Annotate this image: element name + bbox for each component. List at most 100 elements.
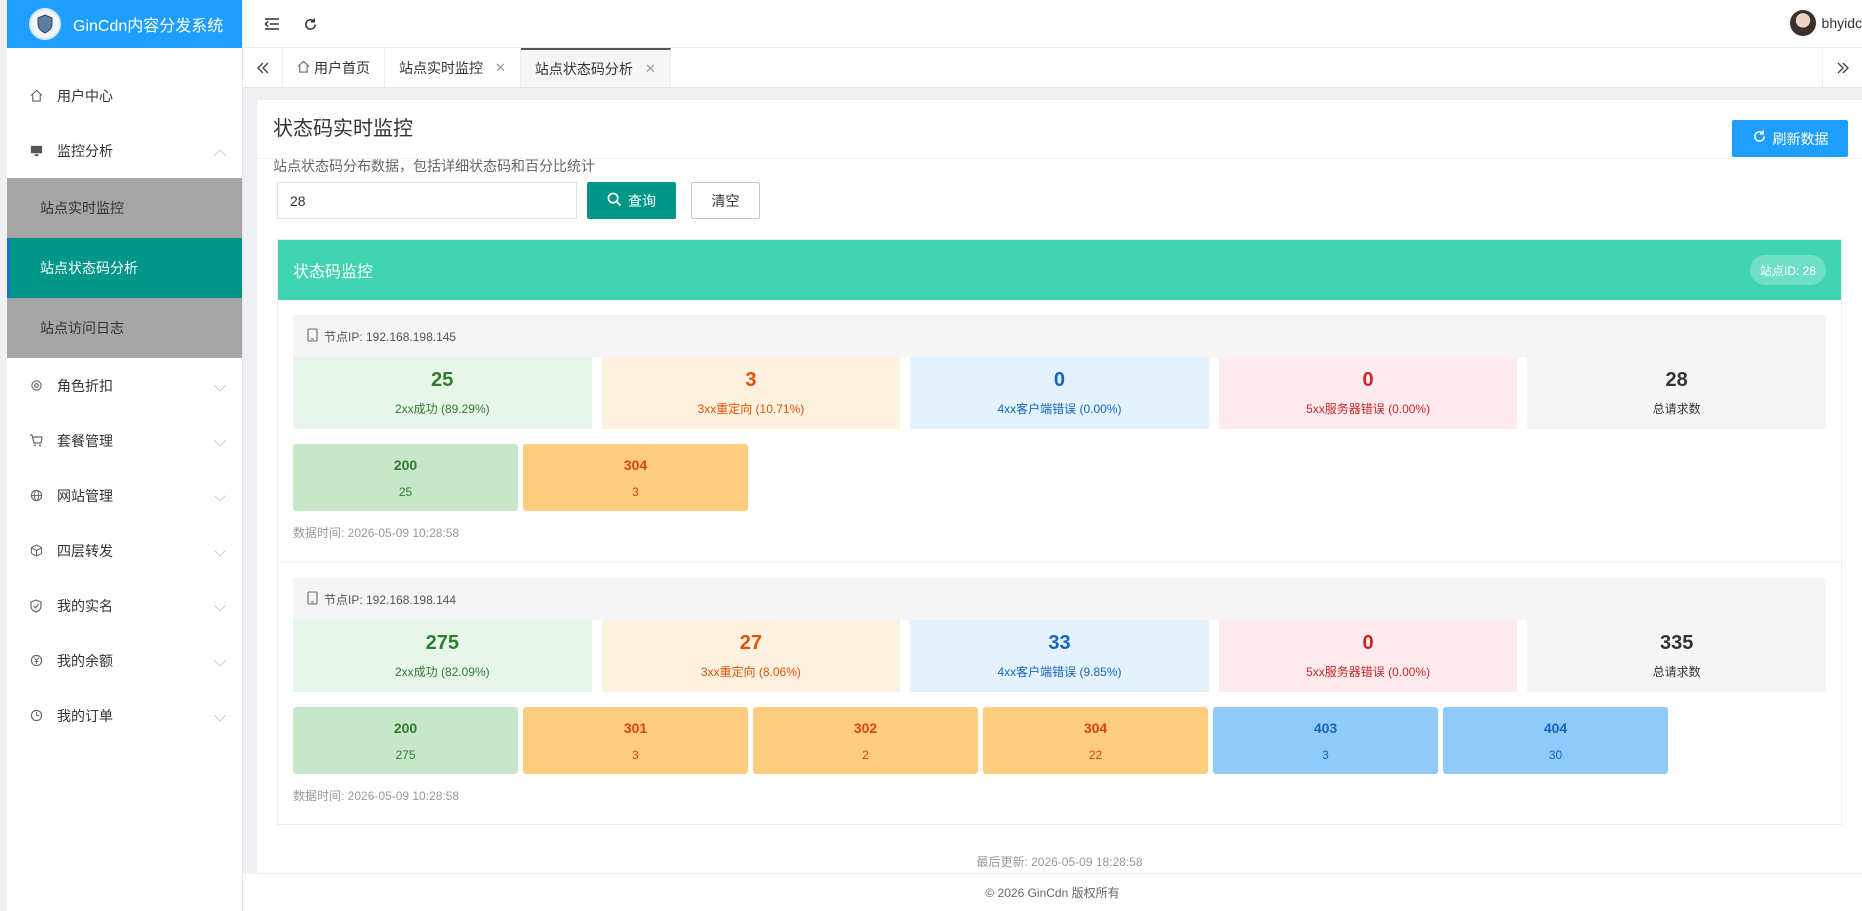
sidebar-item-label: 四层转发 [57, 542, 113, 559]
sidebar-item-user-center[interactable]: 用户中心 [7, 68, 242, 123]
code-list: 200 275 301 3 302 2 304 22 403 3 404 30 [293, 707, 1826, 774]
globe-icon [29, 489, 43, 503]
clear-button[interactable]: 清空 [691, 182, 760, 219]
user-menu[interactable]: bhyidc [1789, 10, 1862, 36]
home-icon [297, 60, 310, 76]
monitor-submenu: 站点实时监控 站点状态码分析 站点访问日志 [7, 178, 242, 358]
home-icon [29, 89, 43, 103]
sidebar-item-label: 用户中心 [57, 87, 113, 104]
sidebar-item-label: 监控分析 [57, 142, 113, 159]
shield-logo-icon [29, 8, 61, 40]
data-time: 数据时间: 2026-05-09 10:28:58 [293, 789, 460, 803]
code-count: 2 [862, 747, 869, 762]
stat-value: 3 [745, 369, 757, 391]
sidebar-item-label: 网站管理 [57, 487, 113, 504]
sidebar-item-label: 我的订单 [57, 707, 113, 724]
stats-row: 25 2xx成功 (89.29%) 3 3xx重定向 (10.71%) 0 4x… [293, 357, 1826, 429]
refresh-icon [1752, 129, 1767, 149]
stat-label: 5xx服务器错误 (0.00%) [1306, 402, 1431, 416]
code-value: 304 [1083, 719, 1108, 736]
stat-value: 25 [431, 369, 454, 391]
stat-value: 0 [1362, 369, 1374, 391]
code-value: 302 [853, 719, 878, 736]
sidebar-subitem-label: 站点访问日志 [40, 320, 124, 336]
brand-title: GinCdn内容分发系统 [73, 18, 224, 35]
tabs-scroll-left-icon[interactable] [243, 48, 283, 87]
stat-4xx: 0 4xx客户端错误 (0.00%) [910, 357, 1209, 429]
stat-label: 2xx成功 (89.29%) [394, 402, 490, 416]
main-content: 状态码实时监控 站点状态码分布数据，包括详细状态码和百分比统计 刷新数据 查询 … [257, 100, 1862, 875]
sidebar-item-label: 套餐管理 [57, 432, 113, 449]
stat-value: 335 [1659, 632, 1694, 654]
sidebar-item-package[interactable]: 套餐管理 [7, 413, 242, 468]
stat-5xx: 0 5xx服务器错误 (0.00%) [1218, 620, 1518, 692]
stat-value: 0 [1053, 369, 1066, 391]
stat-value: 28 [1665, 369, 1688, 391]
chevron-down-icon [214, 655, 226, 667]
sidebar-item-site-realtime[interactable]: 站点实时监控 [7, 178, 242, 238]
code-count: 275 [395, 747, 416, 762]
refresh-icon[interactable] [299, 13, 321, 35]
code-value: 200 [393, 719, 418, 736]
stat-2xx: 25 2xx成功 (89.29%) [293, 357, 592, 429]
sidebar-item-label: 角色折扣 [57, 377, 113, 394]
stat-value: 27 [739, 632, 763, 654]
tab-status-code-analysis[interactable]: 站点状态码分析 ✕ [520, 48, 671, 87]
sidebar-item-realname[interactable]: 我的实名 [7, 578, 242, 633]
status-code-panel: 状态码监控 站点ID: 28 节点IP: 192.168.198.145 25 … [277, 239, 1842, 825]
stat-label: 3xx重定向 (8.06%) [700, 665, 801, 679]
close-icon[interactable]: ✕ [645, 61, 656, 77]
sidebar-item-orders[interactable]: 我的订单 [7, 688, 242, 743]
sidebar-item-balance[interactable]: 我的余额 [7, 633, 242, 688]
last-update: 最后更新: 2026-05-09 18:28:58 [976, 855, 1143, 869]
code-card: 302 2 [753, 707, 978, 774]
code-value: 304 [623, 456, 648, 473]
sidebar-item-website[interactable]: 网站管理 [7, 468, 242, 523]
stat-label: 总请求数 [1652, 665, 1701, 679]
collapse-menu-icon[interactable] [261, 13, 283, 35]
code-value: 301 [623, 719, 648, 736]
tabs-bar: 用户首页 站点实时监控 ✕ 站点状态码分析 ✕ [243, 48, 1862, 88]
chevron-down-icon [214, 710, 226, 722]
query-button[interactable]: 查询 [587, 182, 676, 219]
device-icon [307, 327, 318, 345]
code-card: 404 30 [1443, 707, 1668, 774]
footer: © 2026 GinCdn 版权所有 [243, 873, 1862, 911]
avatar [1789, 10, 1816, 36]
stat-total: 28 总请求数 [1527, 357, 1826, 429]
monitor-icon [29, 144, 43, 158]
cart-icon [29, 434, 43, 448]
copyright: © 2026 GinCdn 版权所有 [985, 886, 1120, 900]
code-value: 403 [1313, 719, 1338, 736]
yen-icon [29, 654, 43, 668]
stat-label: 4xx客户端错误 (0.00%) [997, 402, 1122, 416]
sidebar-item-status-code-analysis[interactable]: 站点状态码分析 [7, 238, 242, 298]
sidebar-item-monitor-analysis[interactable]: 监控分析 [7, 123, 242, 178]
node-card: 节点IP: 192.168.198.144 275 2xx成功 (82.09%)… [293, 578, 1826, 804]
top-bar: bhyidc [243, 0, 1862, 48]
node-ip-label: 节点IP: 192.168.198.144 [324, 592, 457, 607]
code-card: 304 22 [983, 707, 1208, 774]
stat-label: 2xx成功 (82.09%) [394, 665, 490, 679]
chevron-down-icon [214, 600, 226, 612]
site-id-input[interactable] [277, 182, 577, 219]
refresh-data-button[interactable]: 刷新数据 [1732, 120, 1848, 157]
sidebar-item-layer4[interactable]: 四层转发 [7, 523, 242, 578]
code-count: 25 [398, 484, 413, 499]
sidebar-item-access-log[interactable]: 站点访问日志 [7, 298, 242, 358]
close-icon[interactable]: ✕ [495, 60, 506, 76]
stat-2xx: 275 2xx成功 (82.09%) [293, 620, 592, 692]
tabs-scroll-right-icon[interactable] [1822, 48, 1862, 88]
device-icon [307, 590, 318, 608]
clear-label: 清空 [711, 192, 740, 209]
code-count: 3 [1322, 747, 1329, 762]
brand[interactable]: GinCdn内容分发系统 [7, 0, 242, 48]
tab-site-realtime[interactable]: 站点实时监控 ✕ [385, 48, 521, 87]
code-card: 200 25 [293, 444, 518, 511]
node-ip-header: 节点IP: 192.168.198.144 [293, 578, 1826, 620]
code-card: 301 3 [523, 707, 748, 774]
tab-label: 站点实时监控 [399, 59, 483, 76]
sidebar-item-role-discount[interactable]: 角色折扣 [7, 358, 242, 413]
tab-user-home[interactable]: 用户首页 [283, 48, 385, 87]
refresh-data-label: 刷新数据 [1772, 130, 1829, 147]
